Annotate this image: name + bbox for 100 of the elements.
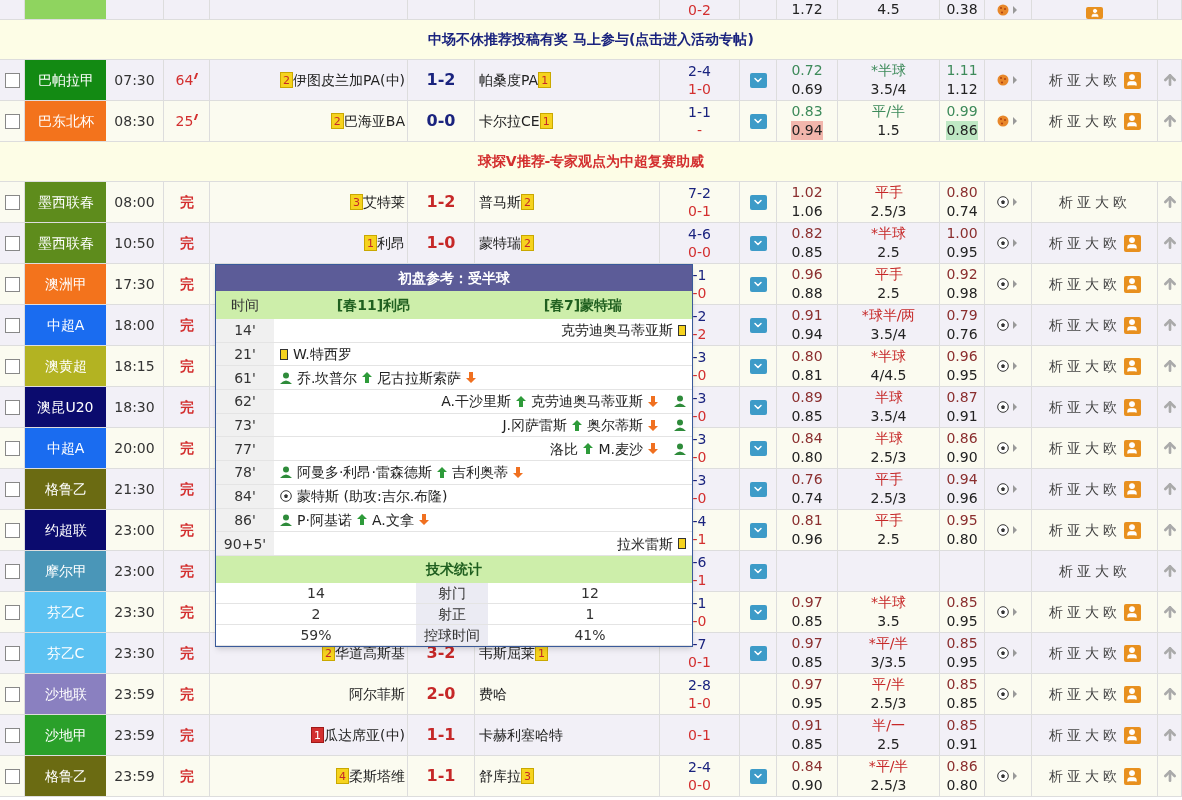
league-label[interactable]: 约超联 xyxy=(25,510,106,551)
profile-button[interactable] xyxy=(1123,767,1141,785)
soccer-ball-icon[interactable] xyxy=(997,483,1019,495)
row-checkbox[interactable] xyxy=(4,563,20,579)
dropdown-button[interactable] xyxy=(749,358,767,374)
soccer-ball-icon[interactable] xyxy=(997,770,1019,782)
league-label[interactable]: 巴帕拉甲 xyxy=(25,60,106,101)
dropdown-button[interactable] xyxy=(749,235,767,251)
analysis-links[interactable]: 析亚大欧 xyxy=(1048,232,1121,254)
analysis-links[interactable]: 析亚大欧 xyxy=(1048,110,1121,132)
match-score[interactable]: 1-0 xyxy=(426,235,456,251)
row-checkbox[interactable] xyxy=(4,604,20,620)
match-score[interactable]: 1-1 xyxy=(426,727,456,743)
home-team[interactable]: 瓜达席亚(中) xyxy=(324,727,405,743)
league-label[interactable]: 格鲁乙 xyxy=(25,756,106,797)
row-checkbox[interactable] xyxy=(4,235,20,251)
analysis-links[interactable]: 析亚大欧 xyxy=(1048,683,1121,705)
profile-button[interactable] xyxy=(1123,112,1141,130)
dropdown-button[interactable] xyxy=(749,563,767,579)
row-checkbox[interactable] xyxy=(4,440,20,456)
analysis-links[interactable]: 析亚大欧 xyxy=(1048,69,1121,91)
profile-button[interactable] xyxy=(1123,357,1141,375)
match-score[interactable]: 1-1 xyxy=(426,768,456,784)
analysis-links[interactable]: 析亚大欧 xyxy=(1048,437,1121,459)
row-checkbox[interactable] xyxy=(4,768,20,784)
ball-icon[interactable] xyxy=(997,115,1019,127)
row-checkbox[interactable] xyxy=(4,481,20,497)
league-label[interactable]: 澳昆U20 xyxy=(25,387,106,428)
profile-button[interactable] xyxy=(1123,685,1141,703)
away-team[interactable]: 帕桑度PA xyxy=(479,72,539,88)
row-checkbox[interactable] xyxy=(4,113,20,129)
analysis-links[interactable]: 析亚大欧 xyxy=(1048,724,1121,746)
promo-link[interactable]: 中场不休推荐投稿有奖 马上参与(点击进入活动专帖) xyxy=(428,29,754,50)
profile-button[interactable] xyxy=(1123,398,1141,416)
profile-button[interactable] xyxy=(1123,316,1141,334)
profile-button[interactable] xyxy=(1123,275,1141,293)
home-team[interactable]: 利昂 xyxy=(377,235,405,251)
profile-button[interactable] xyxy=(1123,644,1141,662)
soccer-ball-icon[interactable] xyxy=(997,278,1019,290)
row-checkbox[interactable] xyxy=(4,399,20,415)
dropdown-button[interactable] xyxy=(749,522,767,538)
profile-button[interactable] xyxy=(1123,603,1141,621)
profile-button[interactable] xyxy=(1086,7,1103,19)
soccer-ball-icon[interactable] xyxy=(997,442,1019,454)
analysis-links[interactable]: 析亚大欧 xyxy=(1048,765,1121,787)
analysis-links[interactable]: 析亚大欧 xyxy=(1048,478,1121,500)
soccer-ball-icon[interactable] xyxy=(997,360,1019,372)
profile-button[interactable] xyxy=(1123,71,1141,89)
soccer-ball-icon[interactable] xyxy=(997,606,1019,618)
home-team[interactable]: 柔斯塔维 xyxy=(349,768,405,784)
dropdown-button[interactable] xyxy=(749,481,767,497)
ball-icon[interactable] xyxy=(997,3,1019,16)
analysis-links[interactable]: 析亚大欧 xyxy=(1048,519,1121,541)
soccer-ball-icon[interactable] xyxy=(997,196,1019,208)
row-checkbox[interactable] xyxy=(4,358,20,374)
home-team[interactable]: 伊图皮兰加PA(中) xyxy=(292,72,405,88)
soccer-ball-icon[interactable] xyxy=(997,647,1019,659)
soccer-ball-icon[interactable] xyxy=(997,401,1019,413)
match-score[interactable]: 1-2 xyxy=(426,194,456,210)
away-team[interactable]: 费哈 xyxy=(479,686,507,702)
analysis-links[interactable]: 析亚大欧 xyxy=(1058,560,1131,582)
analysis-links[interactable]: 析亚大欧 xyxy=(1048,273,1121,295)
league-label[interactable]: 墨西联春 xyxy=(25,182,106,223)
dropdown-button[interactable] xyxy=(749,645,767,661)
row-checkbox[interactable] xyxy=(4,686,20,702)
row-checkbox[interactable] xyxy=(4,317,20,333)
row-checkbox[interactable] xyxy=(4,727,20,743)
dropdown-button[interactable] xyxy=(749,317,767,333)
row-checkbox[interactable] xyxy=(4,522,20,538)
home-team[interactable]: 华道高斯基 xyxy=(335,645,405,661)
analysis-links[interactable]: 析亚大欧 xyxy=(1048,355,1121,377)
row-checkbox[interactable] xyxy=(4,276,20,292)
league-label[interactable]: 中超A xyxy=(25,428,106,469)
row-checkbox[interactable] xyxy=(4,645,20,661)
away-team[interactable]: 卡赫利塞哈特 xyxy=(479,727,563,743)
league-label[interactable]: 格鲁乙 xyxy=(25,469,106,510)
analysis-links[interactable]: 析亚大欧 xyxy=(1048,642,1121,664)
dropdown-button[interactable] xyxy=(749,399,767,415)
profile-button[interactable] xyxy=(1123,726,1141,744)
league-label[interactable]: 中超A xyxy=(25,305,106,346)
row-checkbox[interactable] xyxy=(4,194,20,210)
dropdown-button[interactable] xyxy=(749,440,767,456)
away-team[interactable]: 普马斯 xyxy=(479,194,521,210)
dropdown-button[interactable] xyxy=(749,194,767,210)
match-score[interactable]: 2-0 xyxy=(426,686,456,702)
away-team[interactable]: 卡尔拉CE xyxy=(479,113,540,129)
dropdown-button[interactable] xyxy=(749,72,767,88)
away-team[interactable]: 蒙特瑞 xyxy=(479,235,521,251)
profile-button[interactable] xyxy=(1123,521,1141,539)
analysis-links[interactable]: 析亚大欧 xyxy=(1048,396,1121,418)
soccer-ball-icon[interactable] xyxy=(997,319,1019,331)
home-team[interactable]: 艾特莱 xyxy=(363,194,405,210)
league-label[interactable]: 墨西联春 xyxy=(25,223,106,264)
ball-icon[interactable] xyxy=(997,74,1019,86)
match-score[interactable]: 1-2 xyxy=(426,72,456,88)
soccer-ball-icon[interactable] xyxy=(997,524,1019,536)
profile-button[interactable] xyxy=(1123,480,1141,498)
profile-button[interactable] xyxy=(1123,234,1141,252)
analysis-links[interactable]: 析亚大欧 xyxy=(1048,314,1121,336)
away-team[interactable]: 舒库拉 xyxy=(479,768,521,784)
